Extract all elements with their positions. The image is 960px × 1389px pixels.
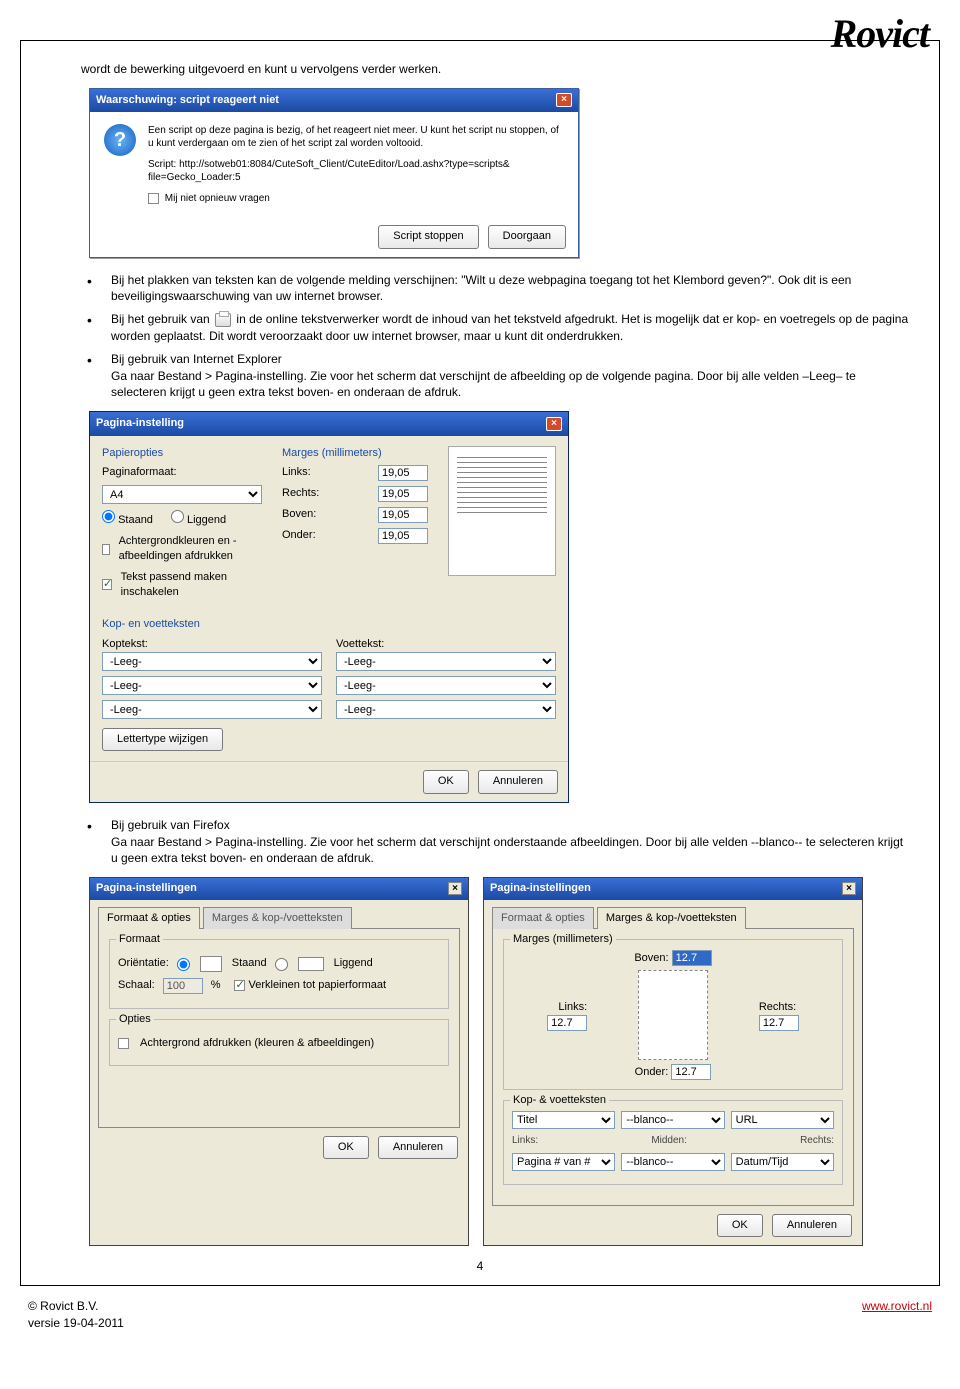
- warning-message: Een script op deze pagina is bezig, of h…: [148, 124, 564, 150]
- cancel-button[interactable]: Annuleren: [478, 770, 558, 793]
- close-icon[interactable]: ×: [842, 882, 856, 895]
- scale-input[interactable]: [163, 978, 203, 994]
- continue-button[interactable]: Doorgaan: [488, 225, 566, 248]
- list-item: Bij gebruik van Firefox Ga naar Bestand …: [81, 817, 909, 867]
- cancel-button[interactable]: Annuleren: [378, 1136, 458, 1159]
- question-icon: ?: [104, 124, 136, 156]
- headers-footers-group-label: Kop- & voetteksten: [510, 1093, 609, 1108]
- bg-print-checkbox[interactable]: [118, 1038, 129, 1049]
- ff-landscape-radio[interactable]: [275, 958, 288, 971]
- page-preview: [448, 446, 556, 576]
- font-button[interactable]: Lettertype wijzigen: [102, 728, 223, 751]
- paper-options-label: Papieropties: [102, 446, 262, 461]
- bullet-list-2: Bij gebruik van Firefox Ga naar Bestand …: [81, 817, 909, 867]
- ok-button[interactable]: OK: [323, 1136, 369, 1159]
- footer-select-3[interactable]: -Leeg-: [336, 700, 556, 719]
- margin-top-input[interactable]: [672, 950, 712, 966]
- list-item: Bij het plakken van teksten kan de volge…: [81, 272, 909, 306]
- footer-label: Voettekst:: [336, 637, 556, 652]
- footer-select-1[interactable]: -Leeg-: [336, 652, 556, 671]
- ok-button[interactable]: OK: [717, 1214, 763, 1237]
- tab-margins[interactable]: Marges & kop-/voetteksten: [203, 907, 352, 929]
- page-format-select[interactable]: A4: [102, 485, 262, 504]
- ff-portrait-radio[interactable]: [177, 958, 190, 971]
- checkbox-empty[interactable]: [148, 193, 159, 204]
- page-frame: Rovict wordt de bewerking uitgevoerd en …: [20, 40, 940, 1286]
- kv-footer-right[interactable]: Datum/Tijd: [731, 1153, 834, 1171]
- warning-checkbox-label: Mij niet opnieuw vragen: [165, 193, 270, 204]
- landscape-icon: [298, 957, 324, 971]
- scale-label: Schaal:: [118, 978, 155, 993]
- kv-header-right[interactable]: URL: [731, 1111, 834, 1129]
- kv-header-mid[interactable]: --blanco--: [621, 1111, 724, 1129]
- format-group-label: Formaat: [116, 932, 163, 947]
- ff-title: Pagina-instellingen: [96, 881, 197, 896]
- kv-footer-mid[interactable]: --blanco--: [621, 1153, 724, 1171]
- portrait-icon: [200, 956, 222, 972]
- warning-script: Script: http://sotweb01:8084/CuteSoft_Cl…: [148, 158, 564, 184]
- orientation-portrait-radio[interactable]: [102, 510, 115, 523]
- page-footer: © Rovict B.V. versie 19-04-2011 www.rovi…: [0, 1296, 960, 1352]
- shrink-to-fit-checkbox[interactable]: [234, 980, 245, 991]
- tab-margins[interactable]: Marges & kop-/voetteksten: [597, 907, 746, 929]
- margin-bottom-input[interactable]: [378, 528, 428, 544]
- headers-group-label: Kop- en voetteksten: [102, 617, 556, 632]
- kv-footer-left[interactable]: Pagina # van #: [512, 1153, 615, 1171]
- list-item: Bij gebruik van Internet Explorer Ga naa…: [81, 351, 909, 401]
- footer-select-2[interactable]: -Leeg-: [336, 676, 556, 695]
- ok-button[interactable]: OK: [423, 770, 469, 793]
- header-select-1[interactable]: -Leeg-: [102, 652, 322, 671]
- warning-title: Waarschuwing: script reageert niet: [96, 93, 279, 108]
- version: versie 19-04-2011: [28, 1315, 124, 1332]
- print-icon: [215, 313, 231, 327]
- ie-dialog-title: Pagina-instelling: [96, 416, 184, 431]
- header-select-3[interactable]: -Leeg-: [102, 700, 322, 719]
- tab-format[interactable]: Formaat & opties: [98, 907, 200, 929]
- margins-group-label: Marges (millimeters): [510, 932, 616, 947]
- options-group-label: Opties: [116, 1012, 154, 1027]
- tab-format[interactable]: Formaat & opties: [492, 907, 594, 929]
- margin-bottom-input[interactable]: [671, 1064, 711, 1080]
- copyright: © Rovict B.V.: [28, 1298, 124, 1315]
- ff-page-setup-margins-dialog: Pagina-instellingen × Formaat & opties M…: [483, 877, 863, 1246]
- bullet-list-1: Bij het plakken van teksten kan de volge…: [81, 272, 909, 402]
- intro-text: wordt de bewerking uitgevoerd en kunt u …: [81, 61, 909, 78]
- close-icon[interactable]: ×: [448, 882, 462, 895]
- header-label: Koptekst:: [102, 637, 322, 652]
- ff-page-setup-format-dialog: Pagina-instellingen × Formaat & opties M…: [89, 877, 469, 1246]
- margin-left-input[interactable]: [378, 465, 428, 481]
- margins-label: Marges (millimeters): [282, 446, 428, 461]
- warning-dialog: Waarschuwing: script reageert niet × ? E…: [89, 88, 579, 258]
- margin-right-input[interactable]: [759, 1015, 799, 1031]
- margin-left-input[interactable]: [547, 1015, 587, 1031]
- close-icon[interactable]: ×: [546, 417, 562, 431]
- margin-top-input[interactable]: [378, 507, 428, 523]
- header-select-2[interactable]: -Leeg-: [102, 676, 322, 695]
- page-number: 4: [51, 1258, 909, 1275]
- orientation-landscape-radio[interactable]: [171, 510, 184, 523]
- list-item: Bij het gebruik van in de online tekstve…: [81, 311, 909, 345]
- ff-title: Pagina-instellingen: [490, 881, 591, 896]
- orientation-label: Oriëntatie:: [118, 956, 169, 971]
- kv-header-left[interactable]: Titel: [512, 1111, 615, 1129]
- logo: Rovict: [831, 6, 929, 62]
- page-format-label: Paginaformaat:: [102, 465, 192, 480]
- stop-script-button[interactable]: Script stoppen: [378, 225, 478, 248]
- shrink-checkbox[interactable]: [102, 579, 112, 590]
- close-icon[interactable]: ×: [556, 93, 572, 107]
- bg-print-checkbox[interactable]: [102, 544, 110, 555]
- margin-right-input[interactable]: [378, 486, 428, 502]
- ie-page-setup-dialog: Pagina-instelling × Papieropties Paginaf…: [89, 411, 569, 803]
- footer-link[interactable]: www.rovict.nl: [862, 1299, 932, 1313]
- cancel-button[interactable]: Annuleren: [772, 1214, 852, 1237]
- page-preview: [638, 970, 708, 1060]
